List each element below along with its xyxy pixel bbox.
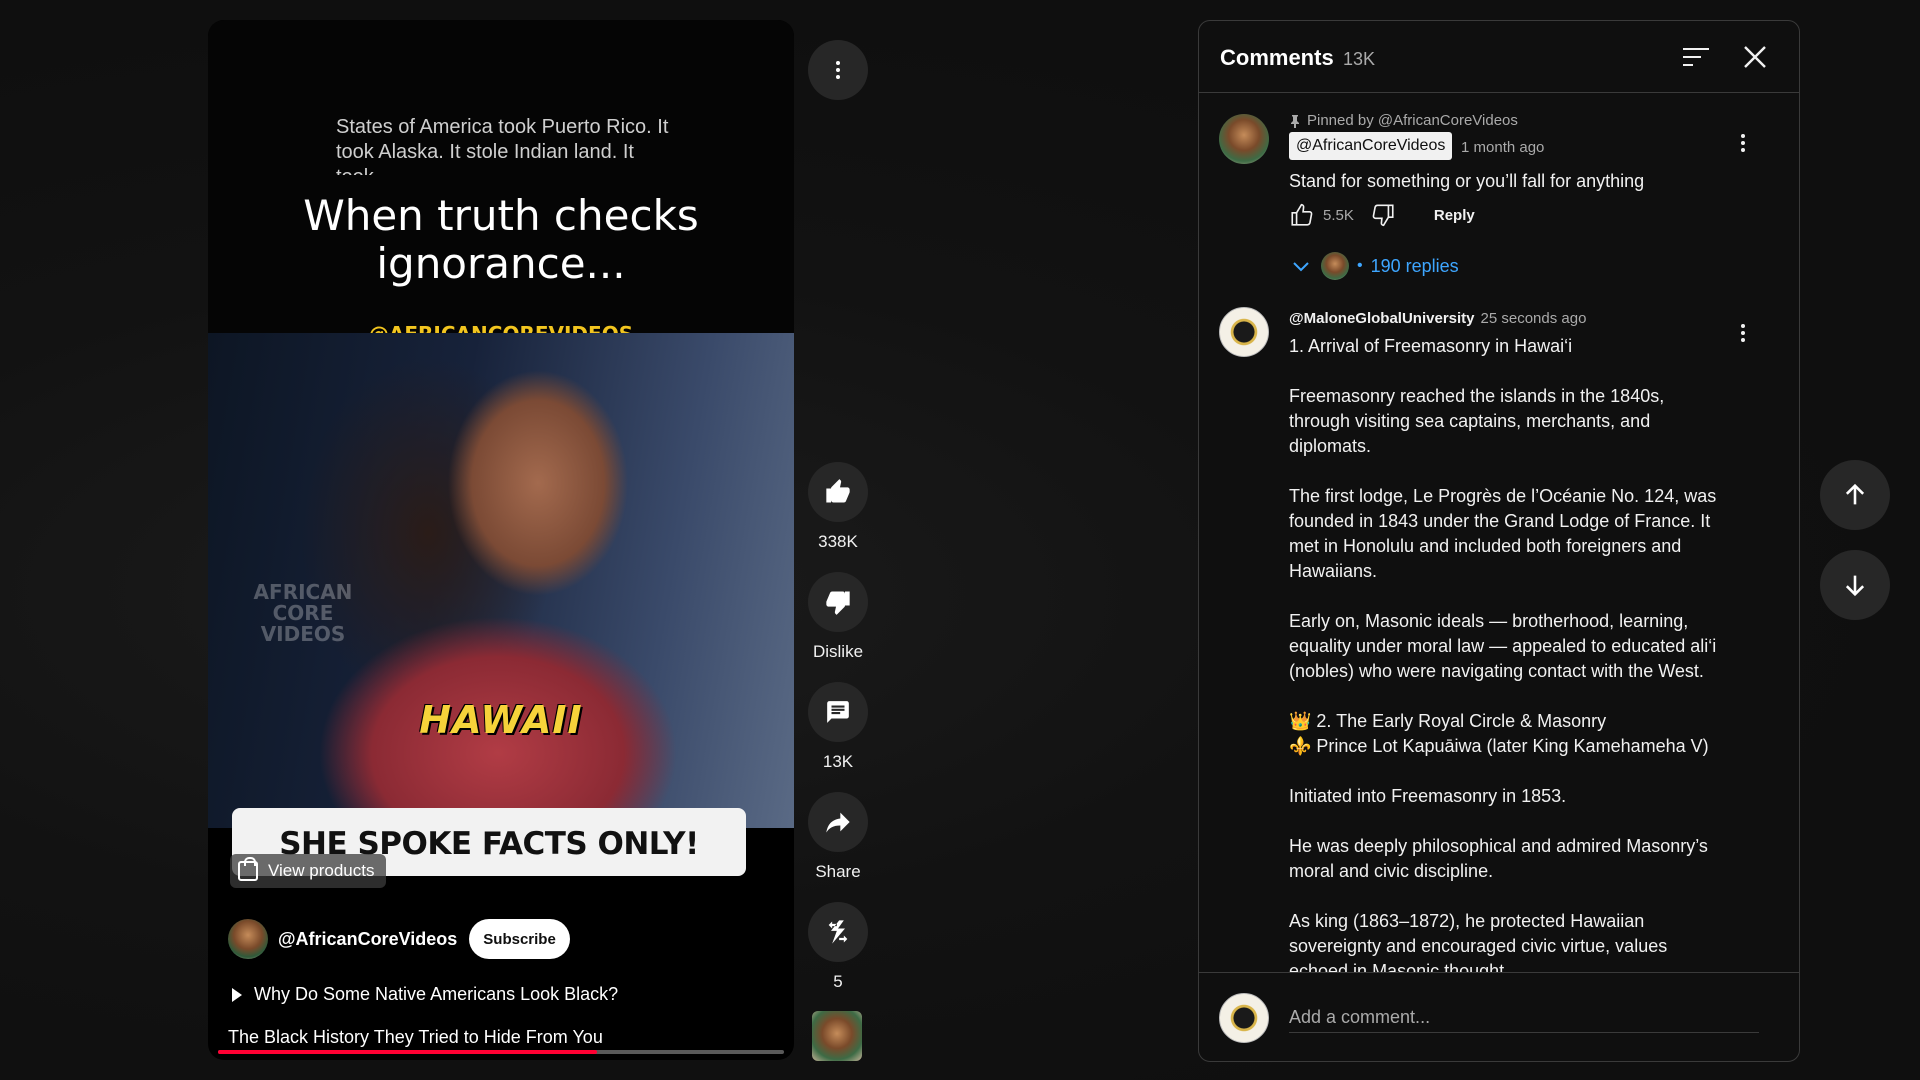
comment-avatar[interactable] (1219, 114, 1269, 164)
related-video-title: Why Do Some Native Americans Look Black? (254, 984, 619, 1004)
comment-meta: @MaloneGlobalUniversity 25 seconds ago (1289, 310, 1586, 327)
comment-text: 1. Arrival of Freemasonry in Hawai‘i Fre… (1289, 336, 1717, 972)
reply-avatar (1321, 252, 1349, 280)
progress-bar[interactable] (218, 1050, 784, 1054)
like-count: 338K (818, 532, 858, 551)
channel-row: @AfricanCoreVideos Subscribe (228, 918, 570, 960)
share-button[interactable] (808, 792, 868, 852)
view-products-label: View products (268, 861, 375, 880)
like-button[interactable] (808, 462, 868, 522)
subscribe-button[interactable]: Subscribe (469, 919, 570, 959)
dislike-label: Dislike (812, 642, 864, 661)
remix-button[interactable] (808, 902, 868, 962)
comment-author: @AfricanCoreVideos (1296, 137, 1446, 154)
more-vert-icon[interactable] (1731, 131, 1755, 155)
remix-icon (828, 920, 848, 944)
sound-thumbnail[interactable] (812, 1011, 862, 1061)
comments-button[interactable] (808, 682, 868, 742)
dot-separator: • (1357, 257, 1363, 274)
thumb-down-icon (826, 591, 850, 615)
comment-author-chip[interactable]: @AfricanCoreVideos (1289, 132, 1453, 160)
reply-button[interactable]: Reply (1434, 207, 1475, 224)
related-video-link[interactable]: Why Do Some Native Americans Look Black? (232, 984, 618, 1005)
comment-text: Stand for something or you’ll fall for a… (1289, 171, 1645, 191)
comment-time: 25 seconds ago (1480, 310, 1587, 327)
channel-name[interactable]: @AfricanCoreVideos (278, 929, 457, 950)
play-icon (232, 987, 242, 1002)
next-video-button[interactable] (1820, 550, 1890, 620)
more-vert-icon[interactable] (1731, 321, 1755, 345)
video-headline: When truth checks ignorance... (303, 191, 699, 288)
channel-watermark: AFRICAN CORE VIDEOS (253, 580, 353, 646)
share-label: Share (815, 862, 861, 881)
share-icon (826, 812, 850, 833)
comment-avatar[interactable] (1219, 307, 1269, 357)
user-avatar (1219, 993, 1269, 1043)
comments-title: Comments (1220, 45, 1334, 70)
pin-icon (1291, 114, 1299, 128)
sort-icon[interactable] (1683, 47, 1709, 67)
scene-caption: HAWAII (419, 698, 583, 742)
comment-like-count: 5.5K (1323, 206, 1354, 224)
shopping-bag-icon (238, 857, 258, 881)
thumb-down-icon[interactable] (1370, 202, 1396, 228)
replies-count: 190 replies (1370, 255, 1459, 276)
video-title[interactable]: The Black History They Tried to Hide Fro… (228, 1027, 603, 1048)
add-comment-bar (1199, 972, 1799, 1061)
thumb-up-icon (826, 479, 850, 503)
comment-actions: 5.5K Reply (1289, 202, 1475, 228)
pinned-text: Pinned by @AfricanCoreVideos (1307, 112, 1518, 129)
add-comment-input[interactable] (1289, 1003, 1759, 1033)
dislike-button[interactable] (808, 572, 868, 632)
remix-count: 5 (833, 972, 843, 991)
close-icon[interactable] (1741, 43, 1769, 71)
comment-time: 1 month ago (1461, 139, 1545, 156)
previous-video-button[interactable] (1820, 460, 1890, 530)
view-products-button[interactable]: View products (230, 854, 387, 888)
comments-list[interactable]: Pinned by @AfricanCoreVideos @AfricanCor… (1199, 94, 1799, 972)
comments-count: 13K (822, 752, 854, 771)
channel-avatar[interactable] (228, 919, 268, 959)
pinned-label: Pinned by @AfricanCoreVideos (1289, 112, 1518, 129)
comment-icon (827, 701, 849, 723)
arrow-up-icon (1845, 483, 1865, 505)
comments-count-header: 13K (1343, 49, 1376, 69)
comments-panel: Comments 13K Pinned by @AfricanCoreVideo… (1198, 20, 1800, 1062)
replies-toggle[interactable]: • 190 replies (1289, 252, 1459, 280)
more-vert-icon (836, 61, 840, 79)
comments-header: Comments 13K (1199, 21, 1799, 93)
comment-author[interactable]: @MaloneGlobalUniversity (1289, 310, 1475, 327)
thumb-up-icon[interactable] (1289, 202, 1315, 228)
more-options-button[interactable] (808, 40, 868, 100)
arrow-down-icon (1845, 575, 1865, 597)
shorts-player[interactable]: States of America took Puerto Rico. It t… (208, 20, 794, 1060)
progress-fill (218, 1050, 598, 1054)
scrolling-caption: States of America took Puerto Rico. It t… (336, 116, 669, 175)
chevron-down-icon (1293, 262, 1309, 272)
